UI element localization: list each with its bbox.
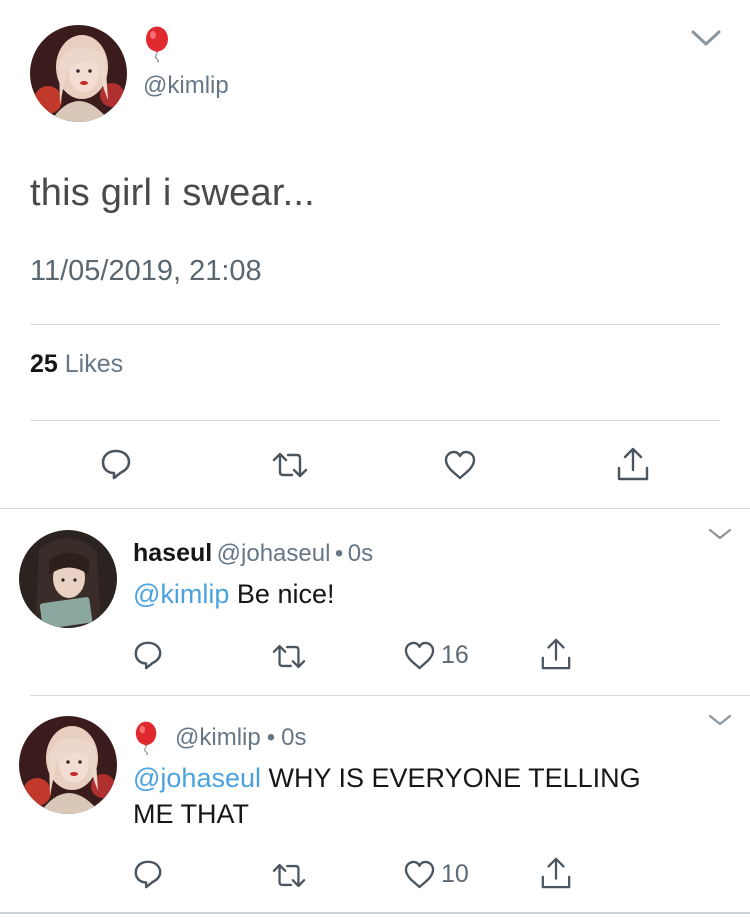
reply1-text: @kimlip Be nice! (133, 576, 334, 612)
reply1-avatar[interactable] (19, 530, 117, 628)
reply1-name[interactable]: haseul (133, 539, 212, 567)
reply2-header: @kimlip • 0s (133, 721, 307, 756)
reply1-body: Be nice! (229, 579, 335, 609)
tweet-timestamp: 11/05/2019, 21:08 (30, 255, 262, 287)
balloon-emoji (143, 26, 173, 67)
like-button[interactable]: 10 (404, 860, 469, 889)
divider (30, 420, 720, 421)
reply2-avatar[interactable] (19, 716, 117, 814)
mention-link[interactable]: @johaseul (133, 763, 261, 793)
reply2-body-line2: ME THAT (133, 799, 250, 829)
separator-dot: • (266, 724, 276, 751)
reply1-time: 0s (347, 540, 374, 567)
tweet-text: this girl i swear... (30, 172, 315, 214)
share-icon (540, 637, 572, 671)
reply-icon (133, 859, 163, 889)
retweet-button[interactable] (272, 644, 306, 669)
reply2-time: 0s (281, 724, 307, 751)
reply1-handle[interactable]: @johaseul (217, 540, 331, 567)
retweet-button[interactable] (272, 863, 306, 888)
like-button[interactable]: 16 (404, 641, 469, 670)
reply-icon (100, 448, 132, 480)
like-icon (404, 641, 435, 670)
retweet-icon (272, 644, 306, 669)
reply-icon (133, 640, 163, 670)
share-icon (540, 856, 572, 890)
retweet-icon (272, 452, 308, 478)
likes-count-row[interactable]: 25 Likes (30, 350, 123, 379)
share-button[interactable] (540, 856, 572, 890)
divider (30, 695, 750, 696)
reply2-body-line1: WHY IS EVERYONE TELLING (261, 763, 641, 793)
likes-label: Likes (64, 350, 124, 378)
reply2-text: @johaseul WHY IS EVERYONE TELLING ME THA… (133, 760, 733, 832)
share-button[interactable] (616, 446, 650, 482)
separator-dot: • (334, 540, 344, 567)
like-button[interactable] (444, 450, 476, 480)
like-count: 10 (441, 860, 469, 888)
share-button[interactable] (540, 637, 572, 671)
main-avatar[interactable] (30, 25, 127, 122)
reply-button[interactable] (100, 448, 132, 480)
reply1-header: haseul @johaseul • 0s (133, 539, 373, 568)
mention-link[interactable]: @kimlip (133, 579, 229, 609)
like-icon (404, 860, 435, 889)
like-count: 16 (441, 641, 469, 669)
main-handle[interactable]: @kimlip (143, 72, 229, 100)
chevron-down-icon[interactable] (708, 713, 732, 727)
chevron-down-icon[interactable] (708, 527, 732, 541)
like-icon (444, 450, 476, 480)
reply-button[interactable] (133, 640, 163, 670)
reply-button[interactable] (133, 859, 163, 889)
reply2-handle[interactable]: @kimlip (175, 724, 261, 752)
balloon-emoji (133, 721, 163, 756)
retweet-button[interactable] (272, 452, 308, 478)
share-icon (616, 446, 650, 482)
retweet-icon (272, 863, 306, 888)
likes-number: 25 (30, 350, 58, 378)
chevron-down-icon[interactable] (690, 28, 722, 48)
divider (0, 912, 750, 914)
divider (0, 508, 750, 509)
divider (30, 324, 720, 325)
